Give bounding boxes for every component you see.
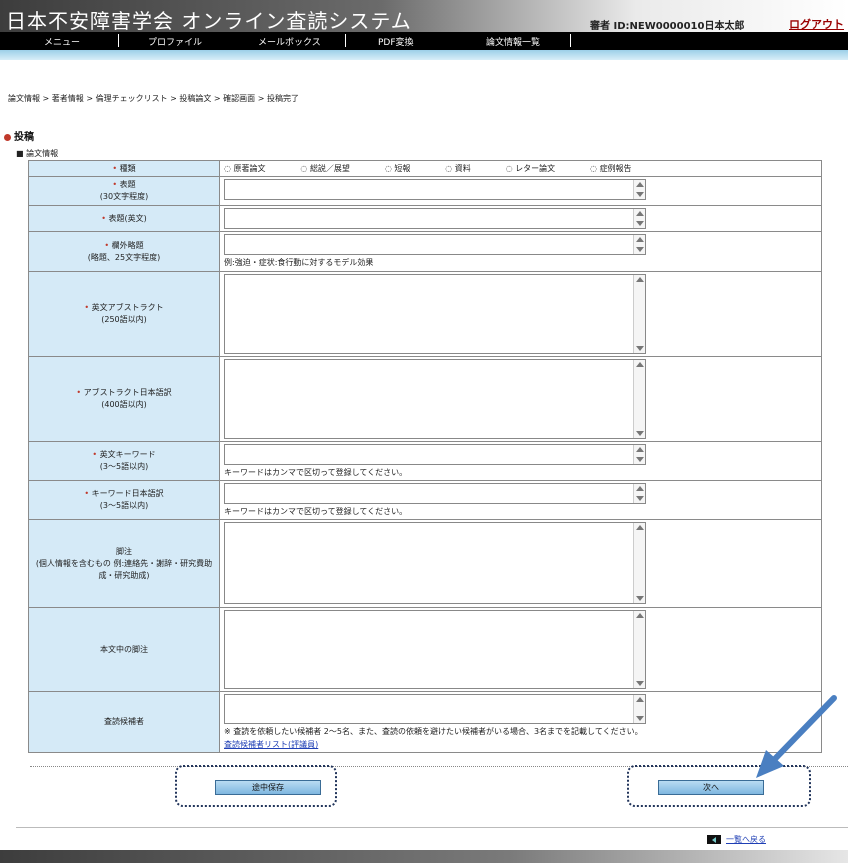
nav-item-pdf[interactable]: PDF変換 (378, 35, 414, 48)
app-title: 日本不安障害学会 オンライン査読システム (6, 9, 412, 33)
type-radio-review[interactable]: ◌ 総説／展望 (300, 164, 366, 173)
type-radio-original[interactable]: ◌ 原著論文 (224, 164, 282, 173)
footer-bar (0, 850, 848, 863)
title-en-label: • 表題(英文) (28, 205, 220, 232)
title-ja-input[interactable] (224, 179, 646, 200)
abstract-en-textarea[interactable] (224, 274, 646, 354)
next-button[interactable]: 次へ (658, 780, 764, 795)
running-title-label: • 欄外略題 (略題、25文字程度) (28, 231, 220, 272)
running-title-hint: 例:強迫・症状:食行動に対するモデル効果 (224, 258, 374, 267)
nav-item-mailbox[interactable]: メールボックス (258, 35, 321, 48)
user-info: 審者 ID:NEW0000010日本太郎 (590, 21, 745, 32)
section-title-text: 投稿 (14, 132, 34, 143)
reviewer-list-link[interactable]: 査読候補者リスト(評議員) (224, 739, 817, 750)
save-button[interactable]: 途中保存 (215, 780, 321, 795)
nav-underline (0, 50, 848, 60)
nav-divider (345, 34, 346, 47)
type-radio-letter[interactable]: ◌ レター論文 (506, 164, 572, 173)
body-notes-label: 本文中の脚注 (28, 607, 220, 692)
abstract-en-label: • 英文アブストラクト (250語以内) (28, 271, 220, 357)
nav-item-menu[interactable]: メニュー (44, 35, 80, 48)
submission-form: • 種類 ◌ 原著論文 ◌ 総説／展望 ◌ 短報 ◌ 資料 ◌ レター論文 ◌ … (28, 160, 822, 753)
reviewer-hint: ※ 査読を依頼したい候補者 2〜5名、また、査読の依頼を避けたい候補者がいる場合… (224, 727, 643, 736)
type-radio-data[interactable]: ◌ 資料 (445, 164, 487, 173)
section-bullet-icon (4, 133, 11, 141)
keywords-ja-label: • キーワード日本語訳 (3〜5語以内) (28, 480, 220, 520)
abstract-ja-label: • アブストラクト日本語訳 (400語以内) (28, 356, 220, 442)
type-label: • 種類 (28, 160, 220, 177)
keywords-en-label: • 英文キーワード (3〜5語以内) (28, 441, 220, 481)
title-ja-label: • 表題 (30文字程度) (28, 176, 220, 206)
logout-link[interactable]: ログアウト (789, 16, 844, 32)
section-title: 投稿 (4, 128, 34, 143)
nav-item-profile[interactable]: プロファイル (148, 35, 202, 48)
notes-textarea[interactable] (224, 522, 646, 604)
keywords-en-input[interactable] (224, 444, 646, 465)
title-en-input[interactable] (224, 208, 646, 229)
main-nav: メニュー プロファイル メールボックス PDF変換 論文情報一覧 (0, 32, 848, 50)
keywords-ja-input[interactable] (224, 483, 646, 504)
breadcrumb: 論文情報 > 著者情報 > 倫理チェックリスト > 投稿論文 > 確認画面 > … (8, 94, 299, 103)
nav-divider (118, 34, 119, 47)
type-radio-short[interactable]: ◌ 短報 (385, 164, 427, 173)
reviewer-textarea[interactable] (224, 694, 646, 724)
keywords-en-hint: キーワードはカンマで区切って登録してください。 (224, 468, 408, 477)
running-title-input[interactable] (224, 234, 646, 255)
header-bar: 日本不安障害学会 オンライン査読システム 審者 ID:NEW0000010日本太… (0, 0, 848, 33)
body-notes-textarea[interactable] (224, 610, 646, 689)
reviewer-label: 査読候補者 (28, 691, 220, 753)
abstract-ja-textarea[interactable] (224, 359, 646, 439)
footer-rule (16, 827, 848, 828)
type-options: ◌ 原著論文 ◌ 総説／展望 ◌ 短報 ◌ 資料 ◌ レター論文 ◌ 症例報告 (219, 160, 822, 177)
nav-divider (570, 34, 571, 47)
notes-label: 脚注 (個人情報を含むもの 例:連絡先・謝辞・研究費助成・研究助成) (28, 519, 220, 608)
back-to-list-link[interactable]: 一覧へ戻る (726, 834, 766, 845)
nav-item-paper-list[interactable]: 論文情報一覧 (486, 35, 540, 48)
pointer-arrow-icon (756, 695, 837, 778)
type-radio-case[interactable]: ◌ 症例報告 (590, 164, 648, 173)
back-arrow-icon[interactable] (707, 835, 721, 844)
section-subtitle: ■ 論文情報 (16, 149, 59, 158)
keywords-ja-hint: キーワードはカンマで区切って登録してください。 (224, 507, 408, 516)
